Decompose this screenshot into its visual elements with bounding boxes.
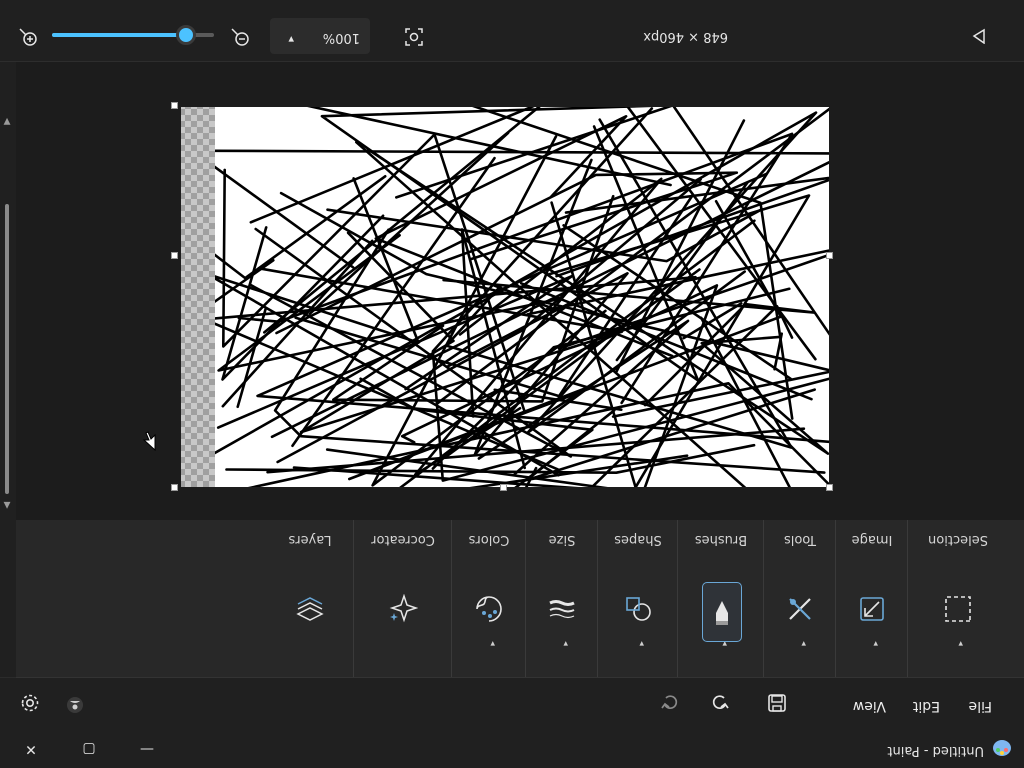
group-image[interactable]: ▾ Image	[835, 519, 908, 677]
group-tools[interactable]: ▾ Tools	[763, 519, 836, 677]
zoom-value: 100%	[322, 30, 360, 45]
chevron-down-icon[interactable]: ▾	[288, 33, 294, 46]
close-icon: ✕	[25, 741, 37, 757]
zoom-slider[interactable]	[52, 25, 214, 45]
scroll-down-icon[interactable]: ▼	[2, 116, 12, 126]
title-bar: Untitled - Paint — ▢ ✕	[0, 730, 1024, 768]
resize-handle[interactable]	[826, 484, 833, 491]
zoom-out-icon[interactable]	[230, 27, 250, 47]
brush-stroke	[221, 214, 385, 381]
redo-button[interactable]	[657, 690, 683, 716]
menu-file[interactable]: File	[965, 696, 996, 716]
group-shapes[interactable]: ▾ Shapes	[597, 519, 678, 677]
mouse-cursor-icon	[142, 431, 156, 451]
chevron-down-icon[interactable]: ▾	[873, 638, 878, 648]
minimize-button[interactable]: —	[118, 730, 176, 768]
save-button[interactable]	[764, 690, 790, 716]
drawing-canvas[interactable]	[215, 107, 829, 487]
paint-app-icon	[993, 740, 1011, 756]
resize-handle[interactable]	[171, 484, 178, 491]
maximize-icon: ▢	[82, 741, 96, 757]
group-size[interactable]: ▾ Size	[525, 519, 598, 677]
gear-icon	[21, 694, 39, 712]
account-button[interactable]	[62, 692, 88, 718]
undo-icon	[712, 695, 729, 710]
group-label-shapes: Shapes	[614, 532, 662, 547]
resize-handle[interactable]	[171, 252, 178, 259]
group-label-cocreator: Cocreator	[371, 532, 435, 547]
brush-icon[interactable]	[702, 582, 742, 642]
status-bar: 648 × 460px 100% ▾	[0, 0, 1024, 62]
pointer-icon	[972, 28, 985, 44]
brush-stroke	[773, 332, 784, 371]
zoom-slider-thumb[interactable]	[176, 25, 196, 45]
zoom-in-icon[interactable]	[18, 27, 38, 47]
save-icon	[768, 694, 786, 712]
brush-stroke	[555, 175, 829, 278]
redo-icon	[661, 695, 678, 710]
layers-icon[interactable]	[290, 589, 330, 629]
resize-handle[interactable]	[500, 484, 507, 491]
image-icon[interactable]	[852, 589, 892, 629]
chevron-down-icon[interactable]: ▾	[490, 638, 495, 648]
canvas-size: 648 × 460px	[643, 29, 728, 44]
group-selection[interactable]: ▾ Selection	[907, 519, 1008, 677]
group-label-image: Image	[851, 532, 893, 547]
group-cocreator[interactable]: Cocreator	[353, 519, 452, 677]
resize-handle[interactable]	[171, 102, 178, 109]
canvas-area[interactable]	[16, 62, 1024, 520]
paint-window: Untitled - Paint — ▢ ✕ File Edit View ▾ …	[0, 0, 1024, 768]
account-icon	[67, 697, 83, 713]
palette-icon[interactable]	[469, 589, 509, 629]
group-colors[interactable]: ▾ Colors	[451, 519, 526, 677]
group-label-layers: Layers	[288, 532, 332, 547]
drawing-strokes	[215, 107, 829, 487]
zoom-slider-fill	[52, 33, 186, 37]
menu-view[interactable]: View	[849, 696, 890, 716]
settings-button[interactable]	[17, 690, 43, 716]
fit-to-window-icon[interactable]	[404, 27, 424, 47]
group-label-colors: Colors	[468, 532, 510, 547]
menu-edit[interactable]: Edit	[909, 696, 944, 716]
selection-icon[interactable]	[938, 589, 978, 629]
menu-bar: File Edit View	[0, 677, 1024, 730]
group-label-size: Size	[548, 532, 576, 547]
group-label-tools: Tools	[783, 532, 817, 547]
chevron-down-icon[interactable]: ▾	[801, 638, 806, 648]
window-title: Untitled - Paint	[887, 743, 984, 758]
group-label-selection: Selection	[928, 532, 988, 547]
canvas-frame	[171, 102, 833, 491]
zoom-dropdown[interactable]: 100% ▾	[270, 18, 370, 54]
tools-icon[interactable]	[780, 589, 820, 629]
close-button[interactable]: ✕	[2, 730, 60, 768]
size-icon[interactable]	[542, 589, 582, 629]
chevron-down-icon[interactable]: ▾	[639, 638, 644, 648]
ribbon-toolbar: ▾ Selection ▾ Image ▾ Tools ▾ Brushes ▾ …	[16, 518, 1024, 678]
group-brushes[interactable]: ▾ Brushes	[677, 519, 764, 677]
scroll-up-icon[interactable]: ▲	[2, 500, 12, 510]
undo-button[interactable]	[707, 690, 733, 716]
chevron-down-icon[interactable]: ▾	[563, 638, 568, 648]
shapes-icon[interactable]	[618, 589, 658, 629]
transparent-region	[181, 107, 215, 487]
resize-handle[interactable]	[826, 252, 833, 259]
minimize-icon: —	[140, 741, 154, 757]
group-label-brushes: Brushes	[694, 532, 748, 547]
sparkle-icon[interactable]	[383, 589, 423, 629]
vertical-scrollbar[interactable]: ▲ ▼	[2, 114, 12, 510]
maximize-button[interactable]: ▢	[60, 730, 118, 768]
scrollbar-thumb[interactable]	[5, 204, 9, 494]
chevron-down-icon[interactable]: ▾	[958, 638, 963, 648]
group-layers[interactable]: Layers	[266, 519, 354, 677]
